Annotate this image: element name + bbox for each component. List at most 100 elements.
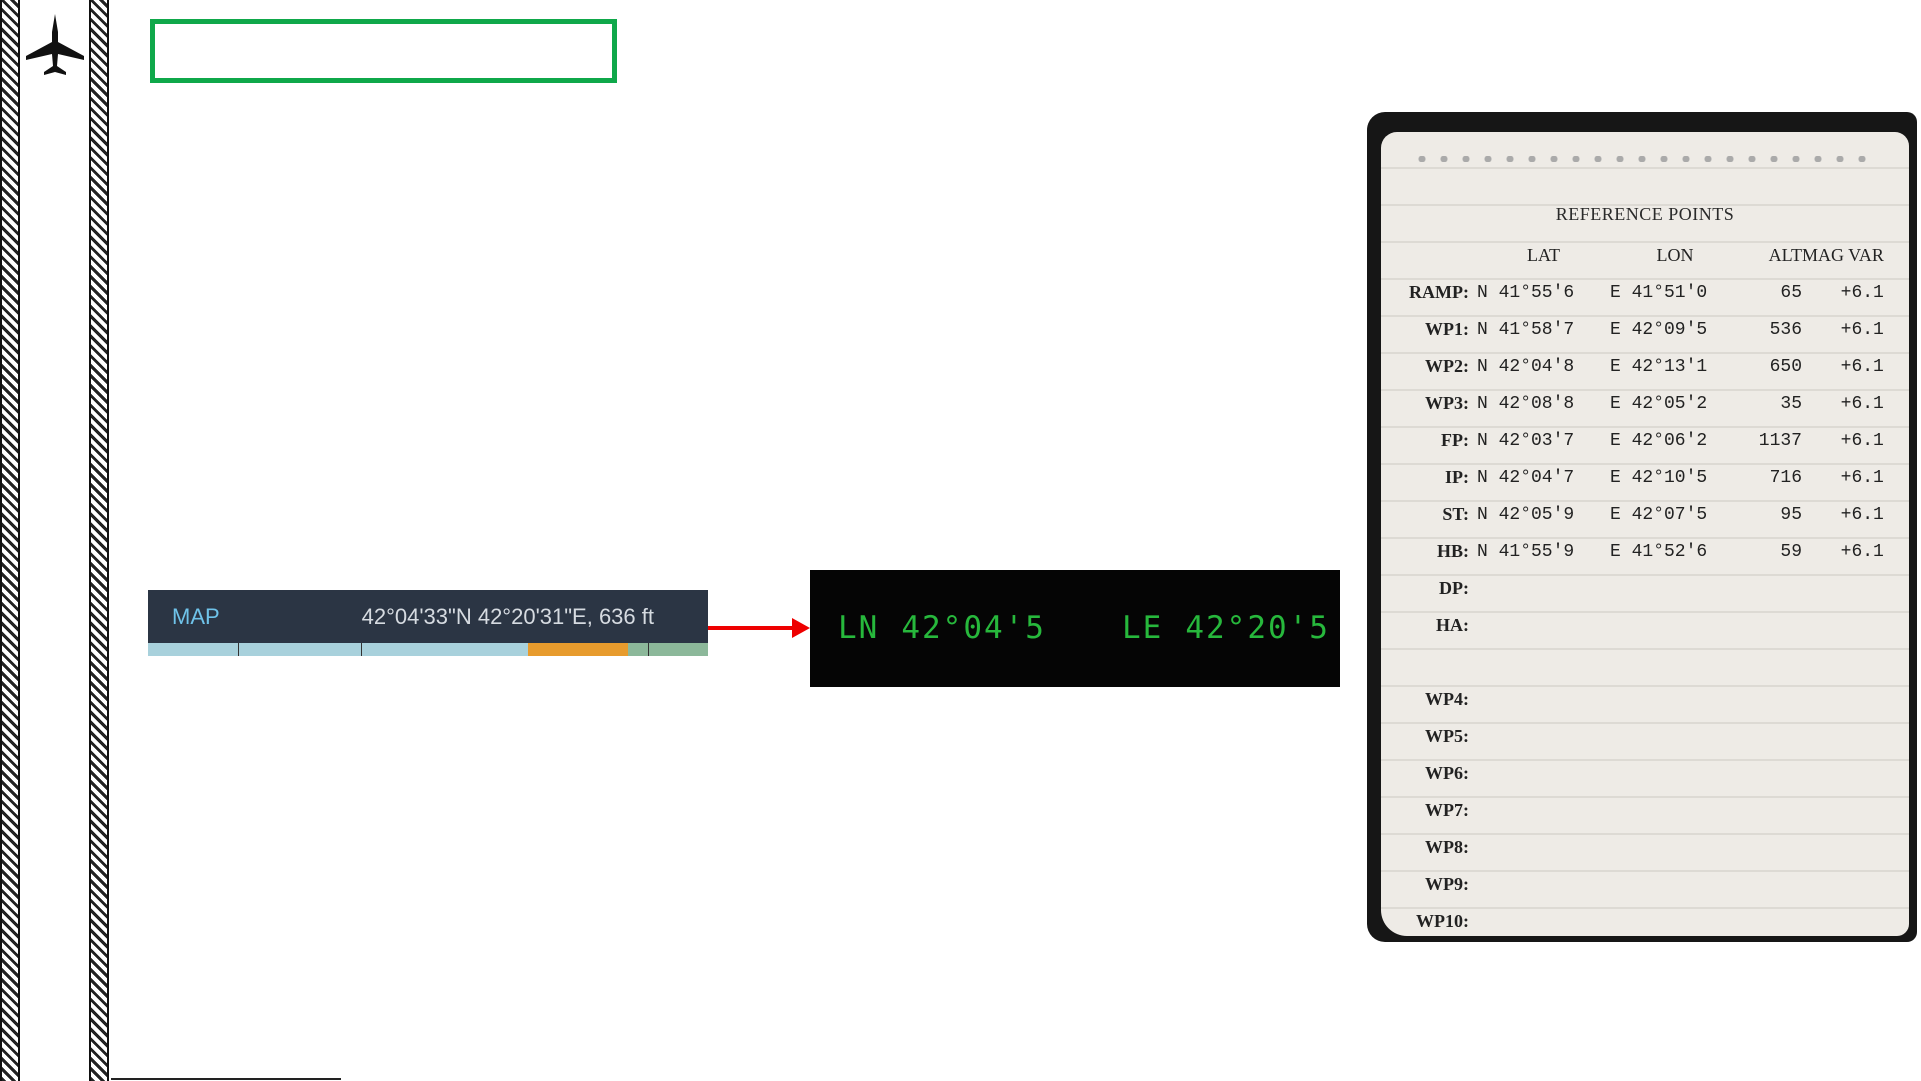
cell-alt: 65 xyxy=(1780,282,1802,303)
notepad-binding-holes xyxy=(1411,156,1871,162)
cell-lon: E 42°07'5 xyxy=(1610,504,1708,525)
cell-label: WP8: xyxy=(1425,837,1469,857)
cell-mag: +6.1 xyxy=(1840,393,1884,414)
cell-lat xyxy=(1477,570,1610,607)
notepad-paper: REFERENCE POINTS LAT LON ALT MAG VAR RAM… xyxy=(1381,132,1909,936)
cell-lon xyxy=(1610,570,1740,607)
display-latitude: LN 42°04'5 xyxy=(838,610,1046,646)
cell-alt: 95 xyxy=(1780,504,1802,525)
cell-lon: E 42°09'5 xyxy=(1610,319,1708,340)
table-row: HB: N 41°55'9 E 41°52'6 59 +6.1 xyxy=(1401,533,1890,570)
cell-alt: 35 xyxy=(1780,393,1802,414)
header-alt: ALT xyxy=(1768,245,1802,265)
cell-lon: E 42°05'2 xyxy=(1610,393,1708,414)
table-row: WP7: xyxy=(1401,792,1890,829)
table-row: WP8: xyxy=(1401,829,1890,866)
cell-mag: +6.1 xyxy=(1840,430,1884,451)
map-label[interactable]: MAP xyxy=(172,604,220,630)
title-box xyxy=(150,19,617,83)
cell-alt: 1137 xyxy=(1758,430,1802,451)
cell-label: WP1: xyxy=(1425,319,1469,339)
table-header-row: LAT LON ALT MAG VAR xyxy=(1401,237,1890,274)
table-row: IP: N 42°04'7 E 42°10'5 716 +6.1 xyxy=(1401,459,1890,496)
map-bar-header: MAP 42°04'33"N 42°20'31"E, 636 ft xyxy=(148,590,708,643)
header-label xyxy=(1401,237,1477,274)
table-row: WP5: xyxy=(1401,718,1890,755)
notepad-title: REFERENCE POINTS xyxy=(1555,204,1735,224)
cell-label: WP9: xyxy=(1425,874,1469,894)
cell-lat xyxy=(1477,607,1610,644)
cell-label: WP10: xyxy=(1416,911,1469,931)
cell-lat: N 41°55'6 xyxy=(1477,282,1575,303)
cell-mag: +6.1 xyxy=(1840,282,1884,303)
cell-mag xyxy=(1802,570,1890,607)
reference-points-notepad: REFERENCE POINTS LAT LON ALT MAG VAR RAM… xyxy=(1367,112,1917,942)
cell-mag: +6.1 xyxy=(1840,541,1884,562)
table-row: ST: N 42°05'9 E 42°07'5 95 +6.1 xyxy=(1401,496,1890,533)
cell-mag: +6.1 xyxy=(1840,356,1884,377)
cell-alt: 59 xyxy=(1780,541,1802,562)
map-strip-tick xyxy=(238,643,239,656)
table-spacer-row xyxy=(1401,644,1890,681)
cell-mag: +6.1 xyxy=(1840,319,1884,340)
cell-label: WP3: xyxy=(1425,393,1469,413)
longitude-prefix: LE xyxy=(1122,610,1164,646)
arrow-line xyxy=(708,626,803,630)
table-row: WP6: xyxy=(1401,755,1890,792)
table-row: WP2: N 42°04'8 E 42°13'1 650 +6.1 xyxy=(1401,348,1890,385)
table-row: WP1: N 41°58'7 E 42°09'5 536 +6.1 xyxy=(1401,311,1890,348)
cell-lat: N 41°58'7 xyxy=(1477,319,1575,340)
cell-label: WP7: xyxy=(1425,800,1469,820)
header-mag-var: MAG VAR xyxy=(1802,245,1884,265)
cell-lat: N 42°08'8 xyxy=(1477,393,1575,414)
cell-label: WP6: xyxy=(1425,763,1469,783)
jet-aircraft-icon xyxy=(26,14,84,75)
table-row: WP4: xyxy=(1401,681,1890,718)
header-lon: LON xyxy=(1656,245,1694,265)
table-row: FP: N 42°03'7 E 42°06'2 1137 +6.1 xyxy=(1401,422,1890,459)
map-strip-tick xyxy=(361,643,362,656)
cell-lat: N 42°05'9 xyxy=(1477,504,1575,525)
table-row: RAMP: N 41°55'6 E 41°51'0 65 +6.1 xyxy=(1401,274,1890,311)
cell-lon: E 42°10'5 xyxy=(1610,467,1708,488)
cell-lat: N 42°03'7 xyxy=(1477,430,1575,451)
cell-label: IP: xyxy=(1445,467,1469,487)
display-longitude: LE 42°20'5 xyxy=(1122,610,1330,646)
latitude-value: 42°04'5 xyxy=(901,610,1046,646)
table-row: DP: xyxy=(1401,570,1890,607)
cell-lat: N 42°04'8 xyxy=(1477,356,1575,377)
cell-mag: +6.1 xyxy=(1840,504,1884,525)
cell-alt: 716 xyxy=(1769,467,1802,488)
cell-label: ST: xyxy=(1442,504,1469,524)
cell-lon: E 41°52'6 xyxy=(1610,541,1708,562)
map-preview-strip xyxy=(148,643,708,656)
cell-label: DP: xyxy=(1439,578,1469,598)
cell-alt: 650 xyxy=(1769,356,1802,377)
cell-lat: N 42°04'7 xyxy=(1477,467,1575,488)
cell-mag: +6.1 xyxy=(1840,467,1884,488)
arrow-head-icon xyxy=(792,618,810,638)
cell-label: WP5: xyxy=(1425,726,1469,746)
cell-alt: 536 xyxy=(1769,319,1802,340)
bottom-rule xyxy=(111,1078,341,1080)
cell-lon: E 42°06'2 xyxy=(1610,430,1708,451)
cell-lon: E 42°13'1 xyxy=(1610,356,1708,377)
header-lat: LAT xyxy=(1527,245,1560,265)
cell-label: FP: xyxy=(1441,430,1469,450)
cell-label: HB: xyxy=(1436,541,1469,561)
cell-lon: E 41°51'0 xyxy=(1610,282,1708,303)
cell-lon xyxy=(1610,607,1740,644)
reference-points-table: LAT LON ALT MAG VAR RAMP: N 41°55'6 E 41°5… xyxy=(1401,237,1890,940)
table-row: WP9: xyxy=(1401,866,1890,903)
table-row: WP10: xyxy=(1401,903,1890,940)
table-row: HA: xyxy=(1401,607,1890,644)
sidebar-stripe-right xyxy=(89,0,109,1081)
cockpit-coordinate-display: LN 42°04'5 LE 42°20'5 xyxy=(810,570,1340,687)
longitude-value: 42°20'5 xyxy=(1185,610,1330,646)
map-coordinate-bar: MAP 42°04'33"N 42°20'31"E, 636 ft xyxy=(148,590,708,656)
map-strip-tick xyxy=(648,643,649,656)
table-row: WP3: N 42°08'8 E 42°05'2 35 +6.1 xyxy=(1401,385,1890,422)
cell-mag xyxy=(1802,607,1890,644)
cell-label: HA: xyxy=(1436,615,1469,635)
sidebar-stripe-left xyxy=(0,0,20,1081)
